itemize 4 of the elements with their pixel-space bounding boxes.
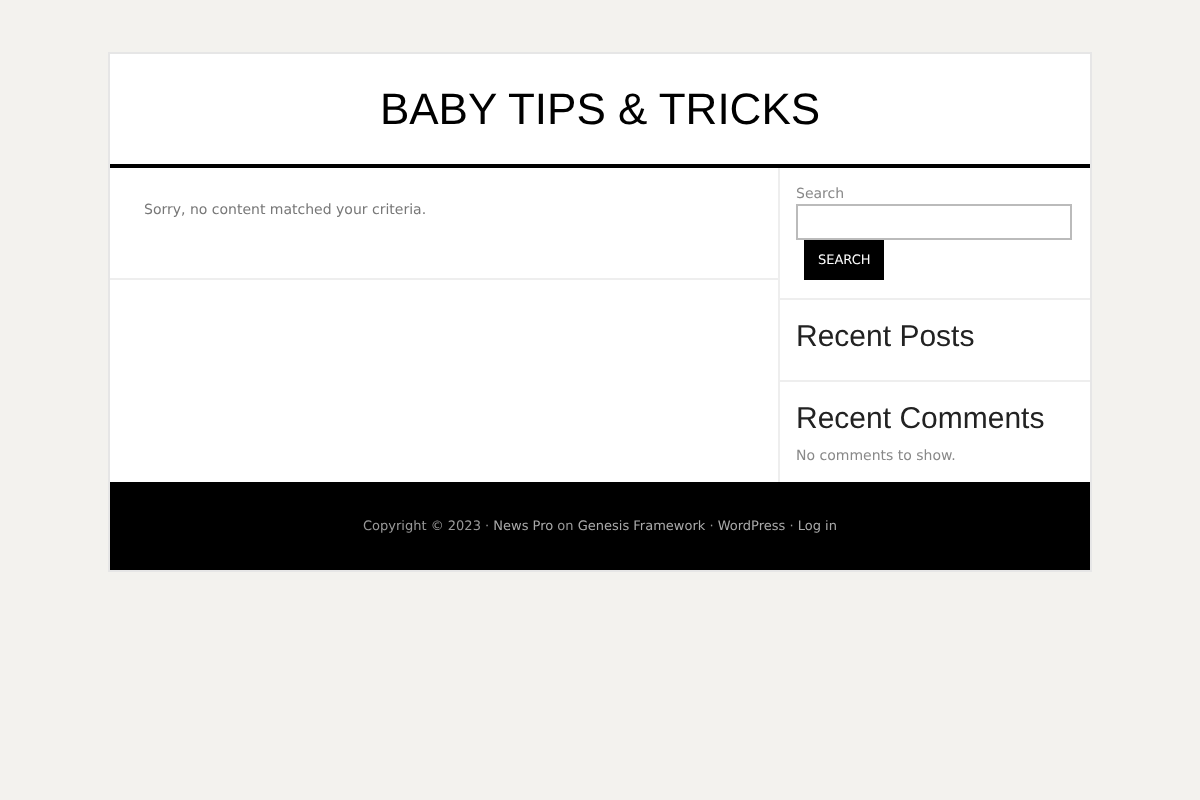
widget-title: Recent Comments bbox=[796, 400, 1047, 440]
widget-title: Recent Posts bbox=[796, 318, 977, 358]
search-field[interactable] bbox=[796, 204, 1072, 240]
site-title[interactable]: BABY TIPS & TRICKS bbox=[379, 83, 821, 135]
